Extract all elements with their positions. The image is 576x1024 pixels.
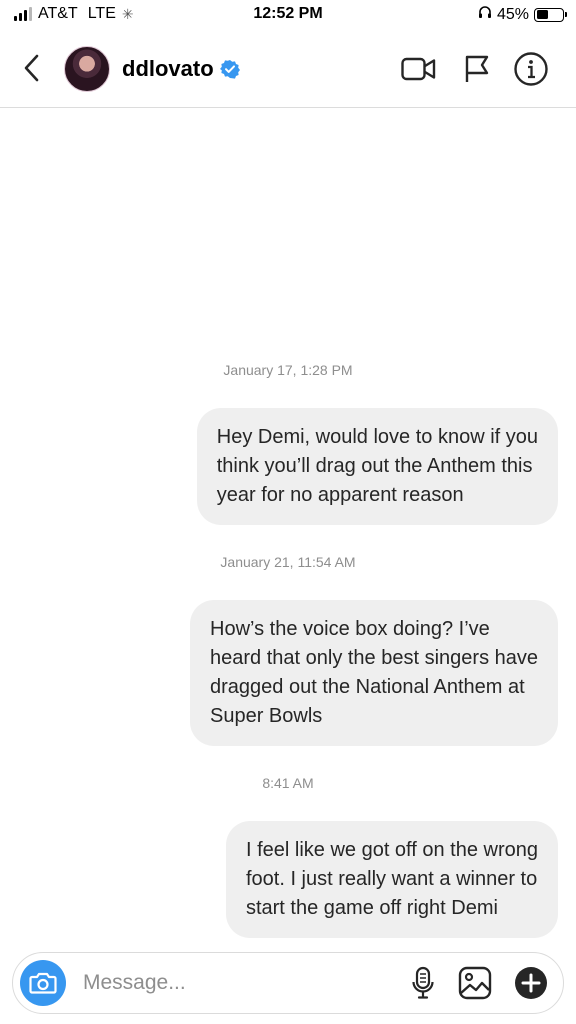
video-call-button[interactable]	[400, 50, 438, 88]
battery-icon	[534, 7, 567, 22]
timestamp: January 21, 11:54 AM	[220, 554, 356, 570]
voice-message-button[interactable]	[405, 965, 441, 1001]
message-line: I feel like we got off on the wrong	[245, 839, 538, 861]
gallery-icon	[458, 966, 492, 1000]
report-button[interactable]	[458, 50, 496, 88]
plus-circle-icon	[515, 967, 547, 999]
back-icon	[24, 54, 39, 82]
message-bubble[interactable]: I feel like we got off on the wrong foot…	[225, 821, 558, 938]
status-bar: AT&T LTE ✳ 12:52 PM 45%	[0, 0, 576, 30]
microphone-icon	[412, 966, 434, 999]
message-line: year for no apparent reason	[216, 484, 464, 506]
message-bubble[interactable]: Hey Demi, would love to know if you thin…	[196, 408, 558, 525]
verified-badge-icon	[219, 59, 240, 79]
profile-name[interactable]: ddlovato	[122, 56, 240, 82]
message-composer	[12, 952, 564, 1014]
message-bubble[interactable]: How’s the voice box doing? I’ve heard th…	[190, 600, 558, 746]
message-line: Super Bowls	[210, 705, 323, 727]
timestamp: January 17, 1:28 PM	[223, 362, 353, 378]
gallery-button[interactable]	[457, 965, 493, 1001]
message-line: Hey Demi, would love to know if you	[216, 426, 538, 448]
headphones-icon	[478, 5, 492, 24]
video-call-icon	[401, 57, 436, 81]
flag-icon	[465, 55, 489, 82]
message-line: How’s the voice box doing? I’ve	[210, 618, 490, 640]
battery-fill	[536, 10, 548, 19]
timestamp: 8:41 AM	[262, 775, 314, 791]
message-line: start the game off right Demi	[245, 897, 498, 919]
message-line: think you’ll drag out the Anthem this	[216, 455, 533, 477]
info-button[interactable]	[512, 50, 550, 88]
message-line: heard that only the best singers have	[210, 647, 538, 669]
more-options-button[interactable]	[513, 965, 549, 1001]
avatar[interactable]	[64, 46, 110, 92]
camera-button[interactable]	[20, 960, 66, 1006]
message-input[interactable]	[83, 967, 383, 999]
message-line: foot. I just really want a winner to	[245, 868, 538, 890]
camera-icon	[29, 972, 57, 994]
chat-header: ddlovato	[0, 30, 576, 108]
status-right: 45%	[478, 5, 567, 24]
battery-percent: 45%	[496, 5, 529, 23]
info-icon	[514, 52, 548, 86]
message-line: dragged out the National Anthem at	[210, 676, 525, 698]
back-button[interactable]	[14, 50, 50, 86]
username-label: ddlovato	[122, 56, 214, 81]
